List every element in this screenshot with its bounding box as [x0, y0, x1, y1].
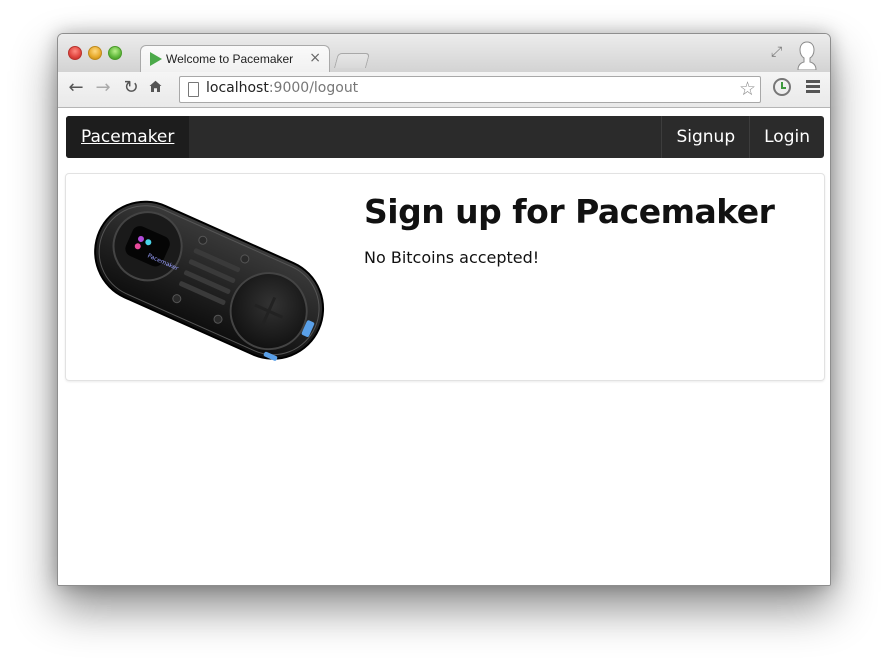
profile-icon[interactable] — [796, 40, 818, 70]
nav-links: Signup Login — [661, 116, 824, 158]
menu-icon[interactable] — [806, 80, 820, 94]
browser-tab[interactable]: Welcome to Pacemaker × — [140, 45, 330, 73]
back-arrow-icon[interactable]: ← — [65, 76, 87, 100]
pacemaker-device-image: Pacemaker — [94, 200, 325, 361]
navbar: Pacemaker Signup Login — [66, 116, 824, 158]
minimize-window-button[interactable] — [88, 46, 102, 60]
home-icon[interactable] — [148, 80, 166, 98]
signup-link[interactable]: Signup — [661, 116, 749, 158]
title-bar: Welcome to Pacemaker × ⤢ — [58, 34, 830, 73]
new-tab-button[interactable] — [333, 53, 371, 68]
play-icon — [150, 52, 162, 66]
clock-icon[interactable] — [773, 78, 791, 96]
fullscreen-icon[interactable]: ⤢ — [771, 44, 782, 60]
url-host: localhost — [206, 80, 269, 96]
address-bar[interactable]: localhost:9000/logout ☆ — [179, 76, 761, 103]
jumbotron: Pacemaker Sign up for Pacemaker No Bitco… — [65, 173, 825, 381]
page-icon — [188, 82, 199, 97]
page-content: Pacemaker Signup Login Pacemaker Sign up… — [58, 108, 830, 585]
browser-window: Welcome to Pacemaker × ⤢ ← → ↻ localhost… — [57, 33, 831, 586]
forward-arrow-icon[interactable]: → — [92, 76, 114, 100]
star-icon[interactable]: ☆ — [739, 78, 756, 100]
brand-link[interactable]: Pacemaker — [66, 116, 190, 158]
tab-title: Welcome to Pacemaker — [166, 52, 294, 66]
tab-close-icon[interactable]: × — [309, 50, 321, 66]
login-link[interactable]: Login — [749, 116, 824, 158]
url-text[interactable]: localhost:9000/logout — [206, 80, 358, 96]
maximize-window-button[interactable] — [108, 46, 122, 60]
page-subtext: No Bitcoins accepted! — [364, 248, 540, 267]
page-heading: Sign up for Pacemaker — [364, 192, 775, 231]
url-path: :9000/logout — [268, 80, 359, 96]
browser-toolbar: ← → ↻ localhost:9000/logout ☆ — [58, 72, 830, 108]
close-window-button[interactable] — [68, 46, 82, 60]
reload-icon[interactable]: ↻ — [120, 76, 142, 100]
